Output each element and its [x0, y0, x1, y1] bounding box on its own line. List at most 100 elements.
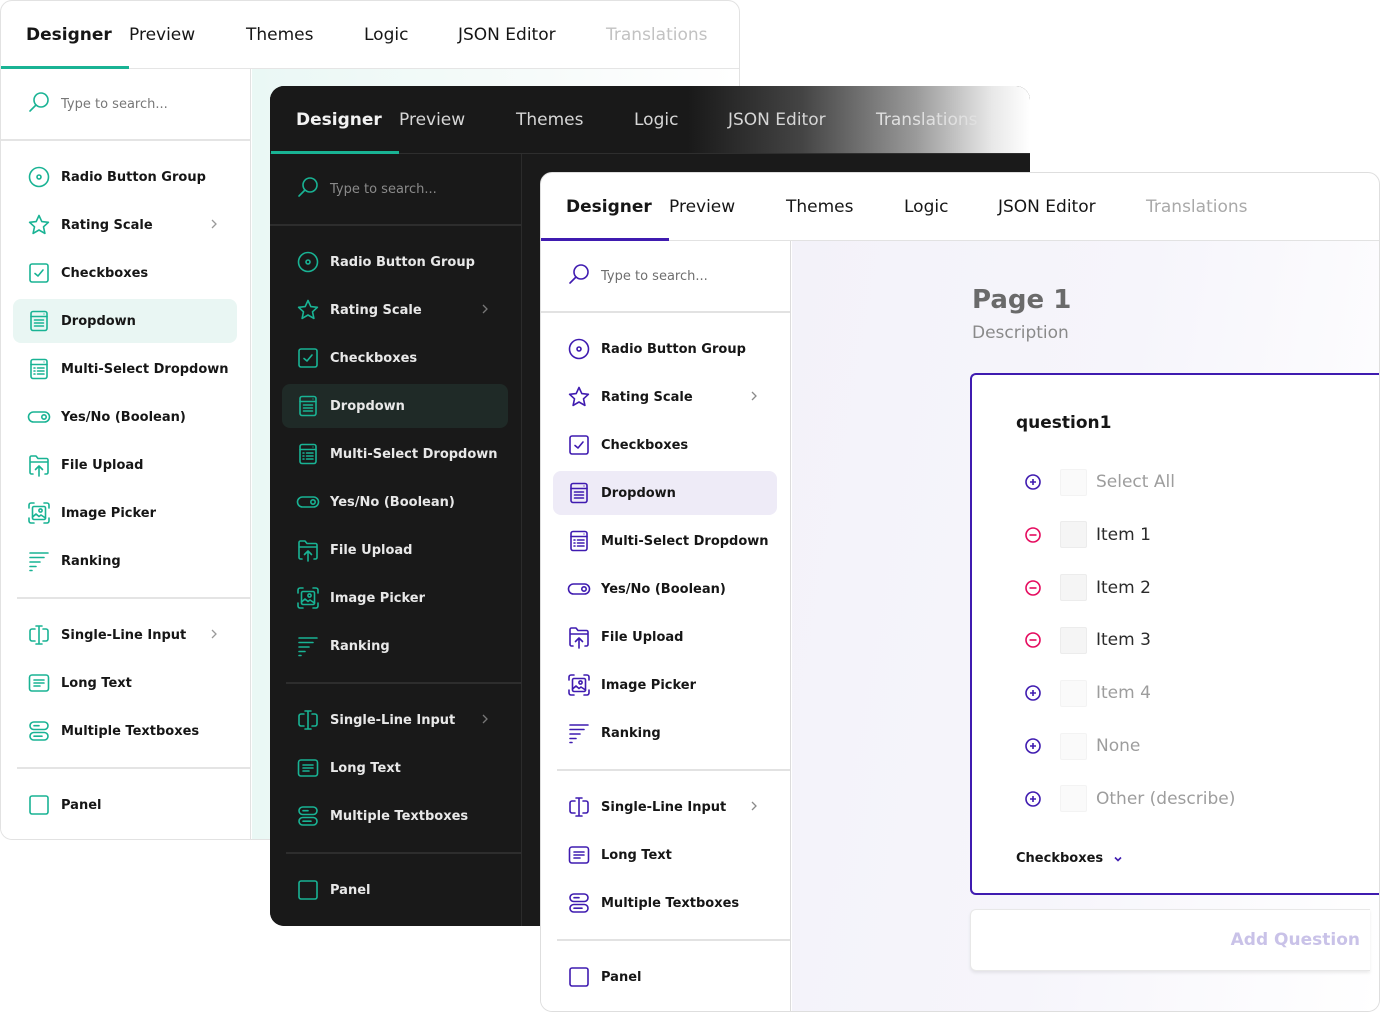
toolbox-item-yes-no-boolean[interactable]: Yes/No (Boolean) [553, 567, 777, 611]
toolbox-item-label: Checkboxes [330, 350, 418, 366]
toolbox-item-checkboxes[interactable]: Checkboxes [282, 336, 508, 380]
tab-themes[interactable]: Themes [246, 1, 364, 69]
toolbox-item-dropdown[interactable]: Dropdown [13, 299, 237, 343]
toolbox-item-panel[interactable]: Panel [553, 955, 777, 999]
choice-item: Item 2 [1024, 573, 1151, 603]
add-choice-icon[interactable] [1024, 684, 1042, 702]
question-title[interactable]: question1 [1016, 413, 1111, 433]
toolbox-item-single-line-input[interactable]: Single-Line Input [13, 613, 237, 657]
checkbox-icon [569, 435, 589, 455]
choice-label[interactable]: Item 2 [1096, 578, 1151, 598]
tab-logic[interactable]: Logic [364, 1, 458, 69]
chevron-right-icon[interactable] [749, 389, 759, 403]
toolbox-item-image-picker[interactable]: Image Picker [13, 491, 237, 535]
page-description[interactable]: Description [972, 323, 1069, 343]
add-choice-icon[interactable] [1024, 790, 1042, 808]
toolbox-item-yes-no-boolean[interactable]: Yes/No (Boolean) [282, 480, 508, 524]
choice-checkbox[interactable] [1060, 468, 1087, 496]
add-choice-icon[interactable] [1024, 473, 1042, 491]
toolbox-item-file-upload[interactable]: File Upload [13, 443, 237, 487]
toolbox-item-checkboxes[interactable]: Checkboxes [13, 251, 237, 295]
toolbox-item-long-text[interactable]: Long Text [553, 833, 777, 877]
toolbox-item-image-picker[interactable]: Image Picker [282, 576, 508, 620]
choice-checkbox[interactable] [1060, 574, 1087, 602]
search-input[interactable]: Type to search... [61, 97, 168, 112]
toolbox-item-radio-button-group[interactable]: Radio Button Group [13, 155, 237, 199]
add-question-button[interactable]: Add Question [970, 909, 1370, 971]
toolbox-item-yes-no-boolean[interactable]: Yes/No (Boolean) [13, 395, 237, 439]
search-input[interactable]: Type to search... [601, 269, 708, 284]
chevron-right-icon[interactable] [749, 799, 759, 813]
tab-preview[interactable]: Preview [669, 173, 786, 241]
toolbox-search[interactable]: Type to search... [270, 154, 521, 226]
tab-themes[interactable]: Themes [786, 173, 904, 241]
toolbox-item-dropdown[interactable]: Dropdown [553, 471, 777, 515]
toolbox-item-multi-select-dropdown[interactable]: Multi-Select Dropdown [553, 519, 777, 563]
tab-translations[interactable]: Translations [876, 86, 1006, 154]
toolbox-item-ranking[interactable]: Ranking [13, 539, 237, 583]
tab-logic[interactable]: Logic [904, 173, 998, 241]
toolbox-item-single-line-input[interactable]: Single-Line Input [553, 785, 777, 829]
toolbox-item-long-text[interactable]: Long Text [13, 661, 237, 705]
choice-checkbox[interactable] [1060, 785, 1087, 813]
tab-json-editor[interactable]: JSON Editor [728, 86, 876, 154]
tab-logic[interactable]: Logic [634, 86, 728, 154]
toolbox-item-ranking[interactable]: Ranking [553, 711, 777, 755]
tab-translations[interactable]: Translations [1146, 173, 1276, 241]
choice-label[interactable]: None [1096, 736, 1140, 756]
tab-themes[interactable]: Themes [516, 86, 634, 154]
tab-designer[interactable]: Designer [541, 173, 669, 241]
tab-json-editor[interactable]: JSON Editor [998, 173, 1146, 241]
tab-designer[interactable]: Designer [271, 86, 399, 154]
search-input[interactable]: Type to search... [330, 182, 437, 197]
toolbox-item-multiple-textboxes[interactable]: Multiple Textboxes [13, 709, 237, 753]
chevron-right-icon[interactable] [480, 302, 490, 316]
toolbox-item-file-upload[interactable]: File Upload [282, 528, 508, 572]
choice-label[interactable]: Select All [1096, 472, 1175, 492]
chevron-right-icon[interactable] [209, 627, 219, 641]
toolbox-item-panel[interactable]: Panel [13, 783, 237, 827]
add-choice-icon[interactable] [1024, 737, 1042, 755]
toolbox-item-rating-scale[interactable]: Rating Scale [553, 375, 777, 419]
toolbox-item-radio-button-group[interactable]: Radio Button Group [282, 240, 508, 284]
toolbox-item-image-picker[interactable]: Image Picker [553, 663, 777, 707]
toolbox-item-single-line-input[interactable]: Single-Line Input [282, 698, 508, 742]
choice-label[interactable]: Other (describe) [1096, 789, 1235, 809]
choice-label[interactable]: Item 1 [1096, 525, 1151, 545]
tab-preview[interactable]: Preview [399, 86, 516, 154]
remove-choice-icon[interactable] [1024, 579, 1042, 597]
chevron-right-icon[interactable] [209, 217, 219, 231]
tab-designer[interactable]: Designer [1, 1, 129, 69]
toolbox-item-radio-button-group[interactable]: Radio Button Group [553, 327, 777, 371]
toolbox-item-panel[interactable]: Panel [282, 868, 508, 912]
choice-label[interactable]: Item 3 [1096, 630, 1151, 650]
toolbox-item-rating-scale[interactable]: Rating Scale [282, 288, 508, 332]
tab-json-editor[interactable]: JSON Editor [458, 1, 606, 69]
toolbox-item-dropdown[interactable]: Dropdown [282, 384, 508, 428]
tab-preview[interactable]: Preview [129, 1, 246, 69]
toolbox-search[interactable]: Type to search... [541, 241, 790, 313]
remove-choice-icon[interactable] [1024, 526, 1042, 544]
toolbox-item-ranking[interactable]: Ranking [282, 624, 508, 668]
toolbox-search[interactable]: Type to search... [1, 69, 250, 141]
tab-label: Logic [904, 196, 949, 217]
toolbox-item-multi-select-dropdown[interactable]: Multi-Select Dropdown [282, 432, 508, 476]
tab-translations[interactable]: Translations [606, 1, 736, 69]
question-type-selector[interactable]: Checkboxes [1016, 851, 1123, 866]
chevron-right-icon[interactable] [480, 712, 490, 726]
toolbox-item-multiple-textboxes[interactable]: Multiple Textboxes [282, 794, 508, 838]
choice-checkbox[interactable] [1060, 521, 1087, 549]
remove-choice-icon[interactable] [1024, 631, 1042, 649]
question-card[interactable]: question1 Select All Item 1 Item 2 Item 3 It… [970, 373, 1379, 895]
toolbox-item-multi-select-dropdown[interactable]: Multi-Select Dropdown [13, 347, 237, 391]
choice-checkbox[interactable] [1060, 626, 1087, 654]
toolbox-item-checkboxes[interactable]: Checkboxes [553, 423, 777, 467]
page-title[interactable]: Page 1 [972, 285, 1071, 315]
toolbox-item-rating-scale[interactable]: Rating Scale [13, 203, 237, 247]
toolbox-item-multiple-textboxes[interactable]: Multiple Textboxes [553, 881, 777, 925]
choice-checkbox[interactable] [1060, 732, 1087, 760]
toolbox-item-long-text[interactable]: Long Text [282, 746, 508, 790]
choice-checkbox[interactable] [1060, 679, 1087, 707]
toolbox-item-file-upload[interactable]: File Upload [553, 615, 777, 659]
choice-label[interactable]: Item 4 [1096, 683, 1151, 703]
